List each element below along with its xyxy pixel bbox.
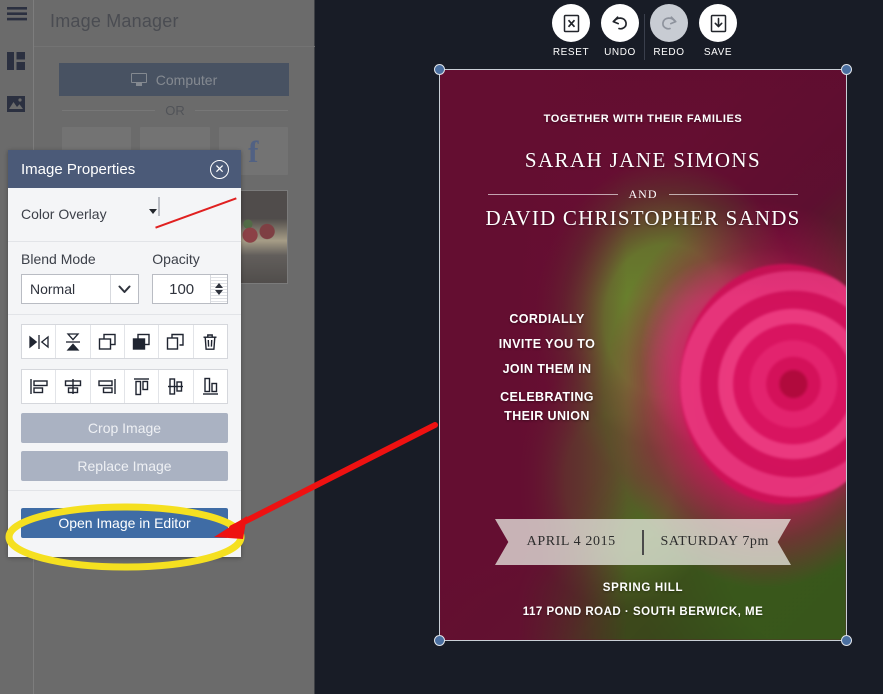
rule-left: [488, 194, 618, 195]
dialog-body: Color Overlay Blend Mode Normal: [8, 188, 241, 557]
dialog-header: Image Properties ✕: [8, 150, 241, 188]
align-center-horizontal-icon[interactable]: [56, 370, 90, 403]
color-overlay-swatch-wrap: [158, 198, 228, 230]
opacity-value[interactable]: 100: [153, 275, 210, 303]
bring-to-front-icon[interactable]: [125, 325, 159, 358]
app-root: RESET UNDO REDO: [0, 0, 883, 694]
blend-mode-value: Normal: [22, 281, 110, 297]
redo-icon: [650, 4, 688, 42]
undo-label: UNDO: [604, 47, 636, 58]
opacity-stepper[interactable]: 100: [152, 274, 228, 304]
stepper-arrows[interactable]: [210, 275, 227, 303]
invite-line-1: CORDIALLY: [509, 312, 584, 326]
opacity-label: Opacity: [152, 251, 228, 267]
color-overlay-label: Color Overlay: [21, 206, 107, 222]
editor-toolbar: RESET UNDO REDO: [552, 4, 732, 62]
no-color-slash-icon: [158, 197, 160, 216]
blend-mode-select[interactable]: Normal: [21, 274, 139, 304]
wedding-invitation-card[interactable]: TOGETHER WITH THEIR FAMILIES SARAH JANE …: [440, 70, 846, 640]
reset-icon: [552, 4, 590, 42]
chevron-down-icon: [110, 275, 138, 303]
layout-icon[interactable]: [7, 52, 27, 72]
align-bottom-icon[interactable]: [194, 370, 227, 403]
invite-line-5: THEIR UNION: [467, 407, 627, 426]
flip-horizontal-icon[interactable]: [22, 325, 56, 358]
align-middle-vertical-icon[interactable]: [159, 370, 193, 403]
selected-image-canvas[interactable]: TOGETHER WITH THEIR FAMILIES SARAH JANE …: [440, 70, 846, 640]
card-invite-block: CORDIALLY INVITE YOU TO JOIN THEM IN CEL…: [467, 307, 627, 426]
save-icon: [699, 4, 737, 42]
card-and-text: AND: [629, 187, 658, 202]
dialog-title: Image Properties: [21, 161, 135, 178]
close-icon[interactable]: ✕: [210, 160, 229, 179]
resize-handle-bottom-left[interactable]: [434, 635, 445, 646]
dialog-footer: Open Image in Editor: [8, 490, 241, 550]
flip-vertical-icon[interactable]: [56, 325, 90, 358]
reset-label: RESET: [553, 47, 589, 58]
duplicate-icon[interactable]: [159, 325, 193, 358]
card-venue-text: SPRING HILL: [440, 582, 846, 594]
stepper-down-icon[interactable]: [215, 290, 223, 295]
reset-button[interactable]: RESET: [552, 4, 590, 62]
open-image-in-editor-button[interactable]: Open Image in Editor: [21, 508, 228, 538]
invite-line-3: JOIN THEM IN: [503, 362, 592, 376]
redo-label: REDO: [653, 47, 684, 58]
card-and-row: AND: [488, 187, 798, 202]
resize-handle-top-left[interactable]: [434, 64, 445, 75]
align-left-icon[interactable]: [22, 370, 56, 403]
blend-opacity-row: Blend Mode Normal Opacity 100: [8, 242, 241, 315]
crop-image-button[interactable]: Crop Image: [21, 413, 228, 443]
card-daytime-text: SATURDAY 7pm: [644, 534, 786, 550]
invite-line-4: CELEBRATING: [467, 388, 627, 407]
blend-mode-group: Blend Mode Normal: [21, 251, 139, 304]
transform-toolbar: [21, 324, 228, 359]
undo-icon: [601, 4, 639, 42]
card-together-text: TOGETHER WITH THEIR FAMILIES: [440, 113, 846, 125]
blend-mode-label: Blend Mode: [21, 251, 139, 267]
resize-handle-bottom-right[interactable]: [841, 635, 852, 646]
align-right-icon[interactable]: [91, 370, 125, 403]
align-toolbar: [21, 369, 228, 404]
redo-button[interactable]: REDO: [650, 4, 688, 62]
replace-image-button[interactable]: Replace Image: [21, 451, 228, 481]
card-date-ribbon-content: APRIL 4 2015 SATURDAY 7pm: [495, 519, 791, 565]
resize-handle-top-right[interactable]: [841, 64, 852, 75]
stepper-up-icon[interactable]: [215, 283, 223, 288]
save-button[interactable]: SAVE: [699, 4, 737, 62]
rule-right: [669, 194, 799, 195]
bring-forward-icon[interactable]: [91, 325, 125, 358]
invite-line-2: INVITE YOU TO: [499, 337, 595, 351]
card-bride-name: SARAH JANE SIMONS: [440, 148, 846, 173]
opacity-group: Opacity 100: [152, 251, 228, 304]
undo-button[interactable]: UNDO: [601, 4, 639, 62]
image-properties-dialog: Image Properties ✕ Color Overlay Blend M…: [8, 150, 241, 557]
menu-icon[interactable]: [7, 6, 27, 26]
delete-icon[interactable]: [194, 325, 227, 358]
color-overlay-swatch[interactable]: [158, 197, 160, 216]
align-top-icon[interactable]: [125, 370, 159, 403]
save-label: SAVE: [704, 47, 732, 58]
image-icon[interactable]: [7, 96, 27, 116]
card-date-text: APRIL 4 2015: [500, 534, 642, 550]
card-address-text: 117 POND ROAD · SOUTH BERWICK, ME: [440, 606, 846, 618]
color-overlay-row: Color Overlay: [8, 188, 241, 242]
card-groom-name: DAVID CHRISTOPHER SANDS: [440, 206, 846, 231]
